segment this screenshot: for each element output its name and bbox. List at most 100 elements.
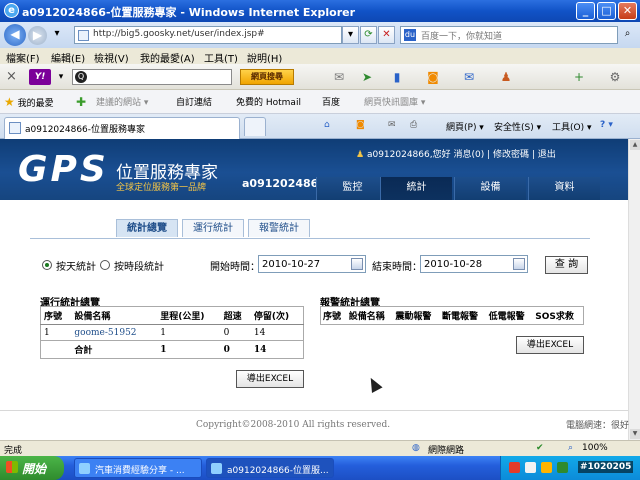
- device-link[interactable]: goome-51952: [71, 324, 158, 341]
- tab-overview[interactable]: 統計總覽: [116, 219, 178, 237]
- taskbar-item-car-blog[interactable]: 汽車消費經驗分享 - ...: [74, 458, 202, 478]
- recent-pages-dropdown-icon[interactable]: ▾: [50, 26, 64, 44]
- feeds-icon[interactable]: ◙: [356, 120, 365, 130]
- nav-statistics[interactable]: 統計: [380, 177, 452, 200]
- tray-icon[interactable]: [541, 462, 552, 473]
- minimize-button[interactable]: _: [576, 2, 595, 20]
- menu-edit[interactable]: 編輯(E): [51, 50, 85, 65]
- refresh-icon[interactable]: ⟳: [360, 26, 377, 44]
- table-cell: 0: [220, 324, 251, 341]
- column-header: SOS求救: [533, 306, 584, 325]
- ie-icon: [211, 463, 222, 474]
- ie-icon: e: [4, 3, 19, 18]
- column-header: 里程(公里): [157, 306, 221, 325]
- tray-icon[interactable]: [525, 462, 536, 473]
- maximize-button[interactable]: □: [597, 2, 616, 20]
- people-icon[interactable]: ♟: [497, 69, 515, 85]
- close-button[interactable]: ✕: [618, 2, 637, 20]
- bookmark-icon[interactable]: ✉: [330, 69, 348, 85]
- vertical-scrollbar[interactable]: ▲ ▼: [628, 139, 640, 440]
- new-tab-button[interactable]: [244, 117, 266, 136]
- url-input[interactable]: http://big5.goosky.net/user/index.jsp#: [74, 26, 342, 44]
- export-alarm-excel-button[interactable]: 導出EXCEL: [516, 336, 584, 354]
- search-placeholder: 百度一下，你就知道: [421, 32, 503, 42]
- menu-tools[interactable]: 工具(T): [204, 50, 238, 65]
- nav-data[interactable]: 資料: [528, 177, 600, 200]
- yahoo-logo[interactable]: Y!: [29, 69, 51, 85]
- column-header: 低電報警: [486, 306, 534, 325]
- forward-button[interactable]: ▶: [28, 26, 47, 45]
- change-password-link[interactable]: 修改密碼: [493, 150, 529, 160]
- url-text: http://big5.goosky.net/user/index.jsp#: [93, 29, 265, 39]
- rss-icon[interactable]: ◙: [424, 69, 442, 85]
- stop-icon[interactable]: ✕: [378, 26, 395, 44]
- table-cell: 14: [250, 324, 304, 341]
- favorites-button[interactable]: ★ 我的最愛: [4, 95, 54, 109]
- tools-menu[interactable]: 工具(O) ▾: [552, 120, 592, 133]
- logout-link[interactable]: 退出: [538, 150, 556, 160]
- yahoo-search-button[interactable]: 網頁搜尋: [240, 69, 294, 85]
- scroll-down-icon[interactable]: ▼: [630, 429, 640, 439]
- tab-alarm-stats[interactable]: 報警統計: [248, 219, 310, 237]
- site-logo: GPS: [18, 149, 109, 190]
- favorite-link-custom[interactable]: 自訂連結: [176, 95, 212, 108]
- mail-icon[interactable]: ✉: [460, 69, 478, 85]
- favorite-link-suggested[interactable]: 建議的網站 ▾: [96, 95, 148, 108]
- zoom-icon[interactable]: ⌕: [568, 443, 573, 453]
- search-icon[interactable]: ⌕: [619, 26, 636, 44]
- zoom-level[interactable]: 100%: [582, 443, 608, 453]
- column-header: 停留(次): [250, 306, 304, 325]
- end-date-input[interactable]: 2010-10-28: [420, 255, 528, 273]
- status-text: 完成: [4, 446, 23, 456]
- settings-icon[interactable]: ⚙: [606, 69, 624, 85]
- home-icon[interactable]: ⌂: [324, 120, 330, 130]
- url-dropdown-icon[interactable]: ▾: [342, 26, 359, 44]
- tray-icon[interactable]: [557, 462, 568, 473]
- greeting: a0912024866,您好: [366, 150, 451, 160]
- start-date-input[interactable]: 2010-10-27: [258, 255, 366, 273]
- by-day-radio[interactable]: [42, 260, 52, 270]
- menu-file[interactable]: 檔案(F): [6, 50, 40, 65]
- print-icon[interactable]: ⎙: [410, 120, 417, 130]
- protected-mode-icon[interactable]: ✔: [536, 443, 544, 453]
- search-input[interactable]: du 百度一下，你就知道: [400, 26, 618, 44]
- add-favorite-icon[interactable]: ✚: [76, 95, 86, 109]
- close-toolbar-icon[interactable]: ×: [6, 69, 17, 84]
- dropdown-icon[interactable]: ▾: [52, 69, 70, 85]
- favorite-link-webslice[interactable]: 網頁快訊圖庫 ▾: [364, 95, 425, 108]
- scroll-up-icon[interactable]: ▲: [630, 140, 640, 150]
- calendar-icon[interactable]: [351, 258, 363, 270]
- site-header: GPS 位置服務專家 全球定位服務第一品牌 a0912024866 ♟ a091…: [0, 139, 628, 200]
- safety-menu[interactable]: 安全性(S) ▾: [494, 120, 541, 133]
- export-run-excel-button[interactable]: 導出EXCEL: [236, 370, 304, 388]
- nav-monitor[interactable]: 監控: [316, 177, 388, 200]
- globe-icon: ◍: [412, 443, 420, 453]
- messages-link[interactable]: 消息(0): [453, 150, 484, 160]
- yahoo-search-input[interactable]: Q: [72, 69, 232, 85]
- tab-run-stats[interactable]: 運行統計: [182, 219, 244, 237]
- browser-tab[interactable]: a0912024866-位置服務專家: [4, 117, 240, 139]
- back-button[interactable]: ◀: [4, 24, 26, 46]
- column-header: 震動報警: [393, 306, 440, 325]
- menu-help[interactable]: 說明(H): [247, 50, 282, 65]
- table-cell: [40, 340, 72, 359]
- menu-view[interactable]: 檢視(V): [94, 50, 129, 65]
- by-period-radio[interactable]: [100, 260, 110, 270]
- page-menu[interactable]: 網頁(P) ▾: [446, 120, 484, 133]
- taskbar-item-gps[interactable]: a0912024866-位置服...: [206, 458, 334, 478]
- add-icon[interactable]: +: [570, 69, 588, 85]
- help-menu[interactable]: ? ▾: [600, 120, 613, 130]
- copyright-text: Copyright©2008-2010 All rights reserved.: [196, 420, 391, 430]
- query-button[interactable]: 查 詢: [545, 256, 588, 274]
- start-button[interactable]: 開始: [0, 456, 64, 480]
- favorite-link-hotmail[interactable]: 免費的 Hotmail: [236, 95, 301, 108]
- calendar-icon[interactable]: [513, 258, 525, 270]
- nav-devices[interactable]: 設備: [454, 177, 526, 200]
- tray-icon[interactable]: [509, 462, 520, 473]
- mail-icon[interactable]: ✉: [388, 120, 396, 130]
- favorite-link-baidu[interactable]: 百度: [322, 95, 340, 108]
- status-bar: 完成 ◍ 網際網路 ✔ ⌕ 100%: [0, 440, 640, 456]
- chart-icon[interactable]: ▮: [388, 69, 406, 85]
- arrow-icon[interactable]: ➤: [358, 69, 376, 85]
- menu-favorites[interactable]: 我的最愛(A): [140, 50, 195, 65]
